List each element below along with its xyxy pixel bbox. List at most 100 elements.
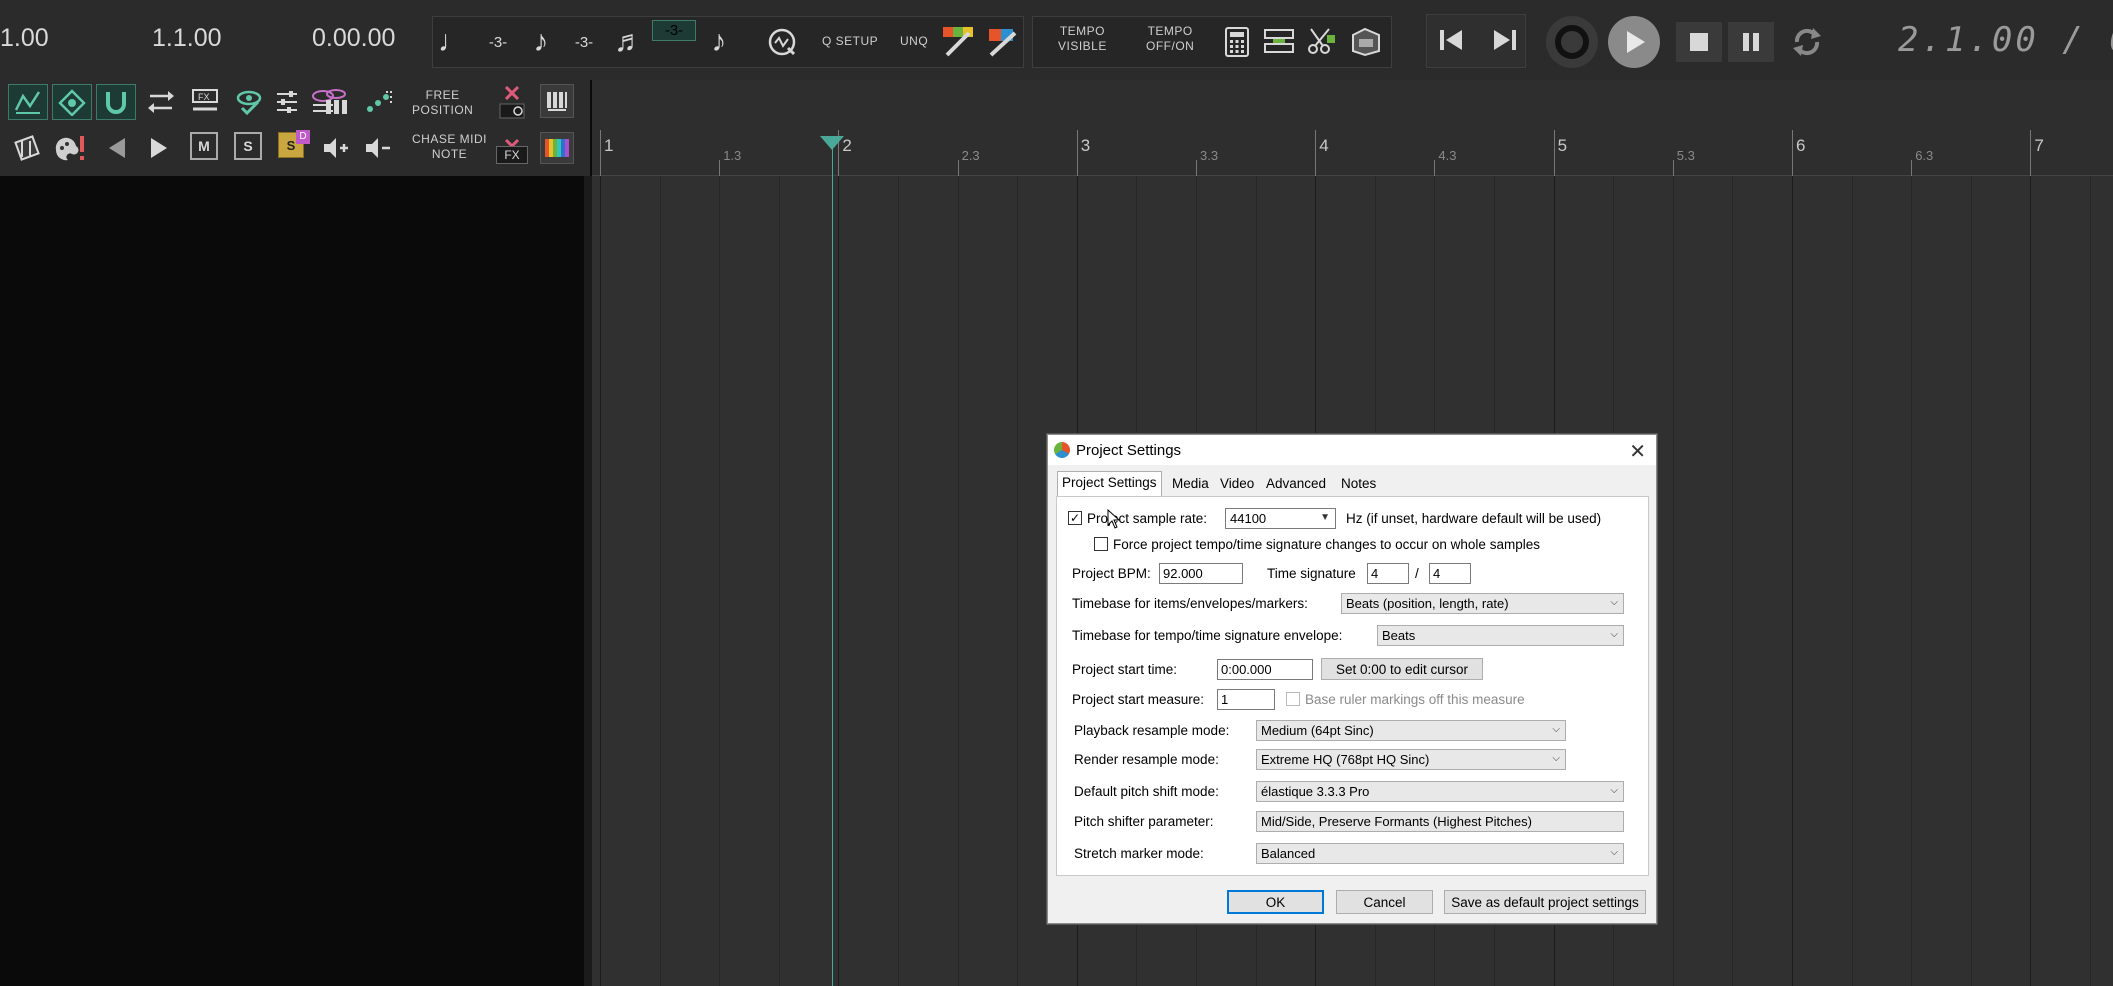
quarter-note-icon[interactable]: ♩: [438, 20, 468, 64]
timebase-items-value: Beats (position, length, rate): [1346, 596, 1509, 611]
unquantize-button[interactable]: UNQ: [900, 34, 928, 49]
play-button[interactable]: [1608, 16, 1660, 68]
timesig-denominator-value: 4: [1433, 566, 1441, 581]
mute-button[interactable]: M: [190, 132, 218, 160]
spread-items-icon[interactable]: [360, 84, 400, 120]
bpm-input[interactable]: 92.000: [1159, 563, 1243, 584]
q-setup-button[interactable]: Q SETUP: [822, 34, 878, 49]
force-tempo-checkbox[interactable]: [1094, 537, 1108, 551]
chase-midi-button[interactable]: CHASE MIDI NOTE: [412, 132, 487, 162]
dialog-titlebar[interactable]: Project Settings ✕: [1048, 435, 1656, 465]
pitch-shift-select[interactable]: élastique 3.3.3 Pro ⌵: [1256, 781, 1624, 802]
set-edit-cursor-button[interactable]: Set 0:00 to edit cursor: [1321, 658, 1483, 680]
ripple-edit-icon[interactable]: [142, 84, 180, 120]
chevron-down-icon: ▼: [1320, 512, 1330, 523]
ruler-label: 6.3: [1915, 148, 1934, 163]
pitch-param-value: Mid/Side, Preserve Formants (Highest Pit…: [1261, 814, 1532, 829]
grid-line: [2090, 176, 2091, 986]
base-ruler-checkbox[interactable]: [1286, 692, 1300, 706]
quarter-triplet-button[interactable]: -3-: [476, 20, 520, 64]
tempo-onoff-button[interactable]: TEMPO OFF/ON: [1146, 24, 1194, 54]
start-time-input[interactable]: 0:00.000: [1217, 659, 1313, 680]
track-control-panel[interactable]: [0, 176, 590, 986]
sixteenth-triplet-button[interactable]: -3-: [652, 20, 696, 41]
track-icon[interactable]: [8, 130, 48, 166]
free-position-line2: POSITION: [412, 103, 474, 117]
timebase-tempo-select[interactable]: Beats ⌵: [1377, 625, 1624, 646]
render-resample-select[interactable]: Extreme HQ (768pt HQ Sinc) ⌵: [1256, 749, 1566, 770]
sixteenth-note-icon[interactable]: ♬: [614, 20, 644, 64]
palette-alert-icon[interactable]: [50, 130, 90, 166]
timesig-denominator-input[interactable]: 4: [1429, 563, 1471, 584]
thirtysecond-note-icon[interactable]: ♪: [704, 20, 734, 64]
edit-cursor-marker-icon[interactable]: [820, 136, 844, 150]
color-palette-icon[interactable]: [540, 132, 574, 164]
tempo-visible-button[interactable]: TEMPO VISIBLE: [1058, 24, 1107, 54]
sample-rate-combo[interactable]: 44100 ▼: [1225, 508, 1336, 529]
midi-editor-icon[interactable]: [540, 84, 574, 118]
start-time-label: Project start time:: [1072, 662, 1178, 677]
eighth-triplet-button[interactable]: -3-: [562, 20, 606, 64]
calculator-icon[interactable]: [1222, 26, 1252, 58]
save-default-button[interactable]: Save as default project settings: [1444, 890, 1646, 914]
chevron-down-icon: ⌵: [1552, 753, 1560, 764]
eighth-note-icon[interactable]: ♪: [526, 20, 556, 64]
track-heights-icon[interactable]: [318, 84, 354, 120]
close-icon[interactable]: ✕: [1629, 439, 1646, 464]
stop-button[interactable]: [1676, 22, 1722, 62]
ok-button[interactable]: OK: [1227, 890, 1324, 914]
time-display-left: 1.00: [0, 24, 49, 52]
clear-selection-icon[interactable]: [494, 82, 530, 122]
cancel-button[interactable]: Cancel: [1336, 890, 1433, 914]
item-grouping-icon[interactable]: [52, 84, 92, 120]
insert-item-icon[interactable]: [1262, 24, 1296, 58]
panel-splitter[interactable]: [584, 176, 592, 986]
bpm-value: 92.000: [1163, 566, 1203, 581]
grid-line: [1672, 176, 1674, 986]
go-to-end-icon[interactable]: [1484, 22, 1524, 58]
color-items-icon[interactable]: [940, 24, 976, 60]
start-measure-input[interactable]: 1: [1217, 689, 1275, 710]
free-position-button[interactable]: FREE POSITION: [412, 88, 473, 118]
color-tracks-icon[interactable]: [984, 24, 1020, 60]
tab-advanced[interactable]: Advanced: [1262, 473, 1330, 495]
timesig-numerator-input[interactable]: 4: [1367, 563, 1409, 584]
pause-button[interactable]: [1728, 22, 1774, 62]
dialog-title: Project Settings: [1076, 442, 1182, 459]
glue-items-icon[interactable]: [1346, 24, 1386, 58]
previous-icon[interactable]: [100, 132, 132, 164]
snap-icon[interactable]: [96, 84, 136, 120]
mixer-sliders-icon[interactable]: [270, 84, 304, 120]
next-icon[interactable]: [144, 132, 176, 164]
ruler-top-area: [592, 80, 2113, 130]
visibility-check-icon[interactable]: [230, 84, 268, 120]
stretch-marker-value: Balanced: [1261, 846, 1316, 861]
ruler-label: 1.3: [723, 148, 742, 163]
tab-project-settings[interactable]: Project Settings: [1057, 471, 1162, 497]
sample-rate-checkbox[interactable]: ✓: [1068, 511, 1082, 525]
tab-video[interactable]: Video: [1216, 473, 1258, 495]
split-items-icon[interactable]: [1304, 24, 1338, 58]
project-settings-dialog: Project Settings ✕ Project Settings Medi…: [1047, 434, 1657, 924]
timebase-items-select[interactable]: Beats (position, length, rate) ⌵: [1341, 593, 1624, 614]
tab-notes[interactable]: Notes: [1337, 473, 1380, 495]
tempo-visible-line1: TEMPO: [1059, 24, 1106, 38]
repeat-icon[interactable]: [1784, 20, 1830, 64]
playback-resample-select[interactable]: Medium (64pt Sinc) ⌵: [1256, 720, 1566, 741]
fx-bypass-icon[interactable]: FX: [186, 84, 224, 120]
force-tempo-label: Force project tempo/time signature chang…: [1113, 537, 1540, 552]
ruler-label: 2.3: [961, 148, 980, 163]
fx-label[interactable]: FX: [496, 146, 528, 164]
ruler-tick: [2030, 130, 2032, 176]
envelope-points-icon[interactable]: [8, 84, 48, 120]
quantize-icon[interactable]: [764, 24, 800, 60]
add-track-icon[interactable]: [320, 132, 352, 164]
go-to-start-icon[interactable]: [1432, 22, 1472, 58]
timebase-items-label: Timebase for items/envelopes/markers:: [1072, 596, 1308, 611]
remove-track-icon[interactable]: [362, 132, 394, 164]
tab-media[interactable]: Media: [1168, 473, 1213, 495]
pitch-param-field[interactable]: Mid/Side, Preserve Formants (Highest Pit…: [1256, 811, 1624, 832]
record-button[interactable]: [1546, 16, 1598, 68]
stretch-marker-select[interactable]: Balanced ⌵: [1256, 843, 1624, 864]
solo-button[interactable]: S: [234, 132, 262, 160]
